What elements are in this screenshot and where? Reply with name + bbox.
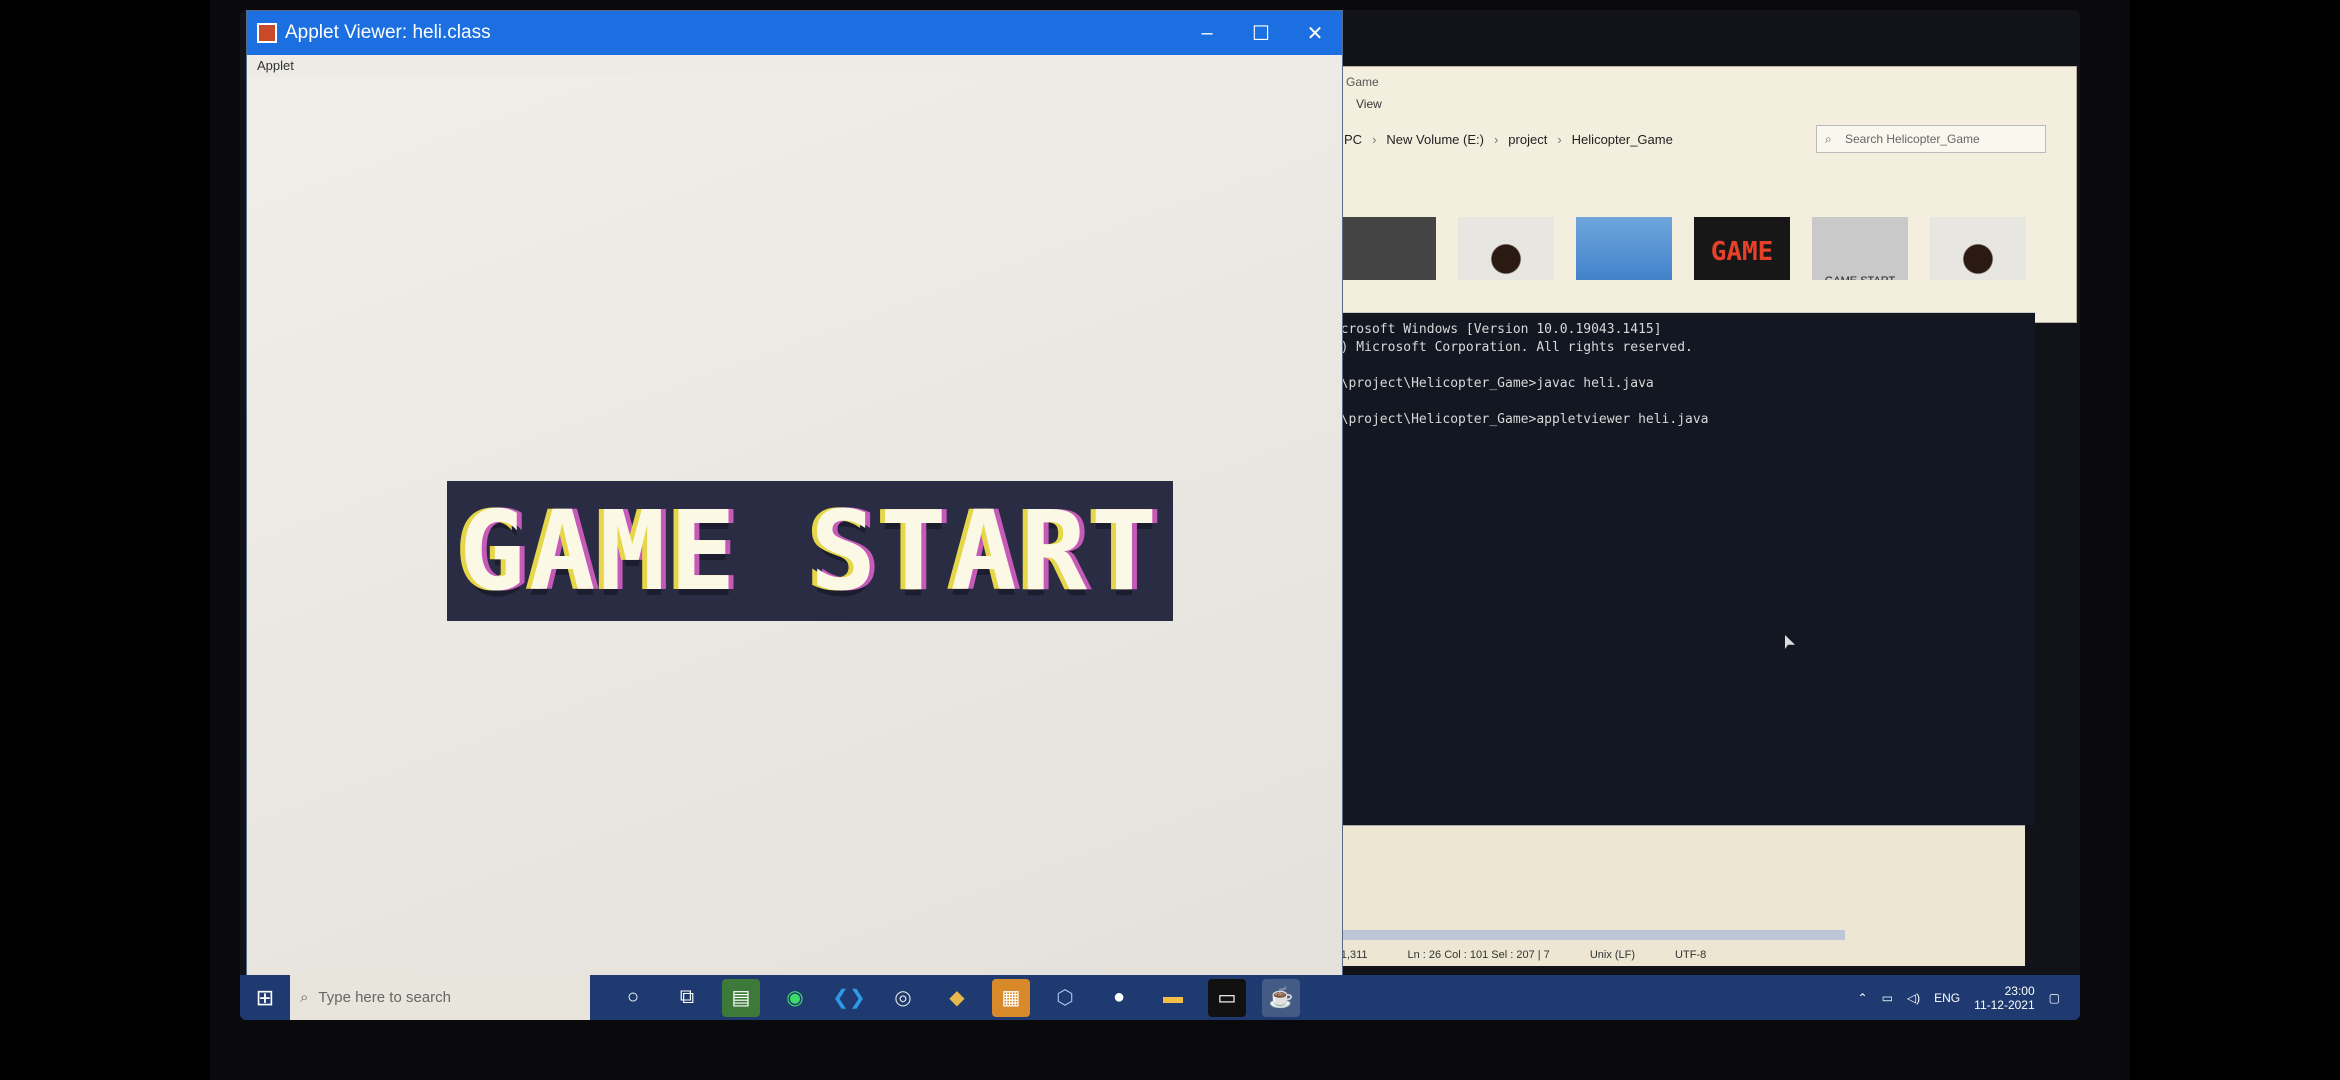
chrome-icon[interactable]: ◎ [884, 979, 922, 1017]
file-thumbnail-game[interactable]: GAME [1694, 217, 1790, 287]
terminal-icon[interactable]: ▭ [1208, 978, 1246, 1017]
clock-date: 11-12-2021 [1974, 997, 2035, 1012]
applet-menu[interactable]: Applet [247, 55, 1342, 77]
applet-viewer-window[interactable]: Applet Viewer: heli.class – ☐ ✕ Applet G… [246, 10, 1343, 1012]
app-icon[interactable]: ▦ [992, 978, 1030, 1017]
java-taskbar-icon[interactable]: ☕ [1262, 978, 1300, 1017]
explorer-search-placeholder: Search Helicopter_Game [1845, 132, 1980, 146]
game-start-banner[interactable]: GAME START [447, 481, 1173, 621]
file-explorer-icon[interactable]: ▬ [1154, 979, 1192, 1017]
console-titlebar[interactable] [1305, 280, 2035, 313]
maximize-button[interactable]: ☐ [1234, 11, 1288, 55]
whatsapp-icon[interactable]: ◉ [776, 979, 814, 1017]
explorer-address-bar[interactable]: PC › New Volume (E:) › project › Helicop… [1336, 121, 2076, 157]
text-editor-window[interactable]: lines : 1,311 Ln : 26 Col : 101 Sel : 20… [1295, 825, 2025, 966]
clock[interactable]: 23:00 11-12-2021 [1974, 984, 2035, 1012]
notification-icon[interactable]: ▢ [2049, 991, 2060, 1005]
address-segment-folder[interactable]: Helicopter_Game [1572, 132, 1673, 147]
file-thumbnail[interactable] [1576, 217, 1672, 287]
system-tray: ⌃ ▭ ◁) ENG 23:00 11-12-2021 ▢ [1858, 984, 2081, 1012]
minimize-button[interactable]: – [1180, 11, 1234, 55]
file-thumbnail[interactable] [1340, 217, 1436, 287]
volume-icon[interactable]: ◁) [1907, 991, 1920, 1005]
taskbar: ⊞ ⌕ Type here to search ○ ⧉ ▤ ◉ ❮❯ ◎ ◆ ▦… [240, 975, 2080, 1020]
windows-start-icon[interactable]: ⊞ [240, 975, 290, 1020]
file-thumbnail-gamestart[interactable]: GAME START [1812, 217, 1908, 287]
status-position: Ln : 26 Col : 101 Sel : 207 | 7 [1407, 949, 1550, 961]
virtualbox-icon[interactable]: ⬡ [1046, 979, 1084, 1017]
sublime-icon[interactable]: ◆ [938, 979, 976, 1017]
search-icon: ⌕ [300, 989, 309, 1006]
explorer-ribbon-view-tab[interactable]: View [1336, 97, 2076, 121]
cortana-icon[interactable]: ○ [614, 979, 652, 1017]
java-app-icon [257, 23, 277, 43]
vscode-icon[interactable]: ❮❯ [830, 979, 868, 1017]
notepad-icon[interactable]: ▤ [722, 978, 760, 1017]
taskbar-apps: ○ ⧉ ▤ ◉ ❮❯ ◎ ◆ ▦ ⬡ ● ▬ ▭ ☕ [614, 978, 1300, 1017]
language-indicator[interactable]: ENG [1934, 991, 1960, 1005]
game-start-text: GAME START [458, 487, 1162, 615]
chevron-right-icon: › [1557, 131, 1562, 147]
address-segment-pc[interactable]: PC [1344, 132, 1362, 147]
taskbar-search-placeholder: Type here to search [318, 989, 451, 1006]
status-encoding: UTF-8 [1675, 949, 1707, 961]
command-prompt-window[interactable]: Microsoft Windows [Version 10.0.19043.14… [1305, 280, 2035, 825]
photo-edge [2130, 0, 2340, 1080]
chevron-right-icon: › [1372, 131, 1377, 147]
explorer-search-input[interactable]: ⌕ Search Helicopter_Game [1816, 125, 2046, 153]
battery-icon[interactable]: ▭ [1882, 991, 1893, 1005]
close-button[interactable]: ✕ [1288, 11, 1342, 55]
search-icon: ⌕ [1825, 132, 1832, 146]
applet-title: Applet Viewer: heli.class [285, 22, 491, 43]
address-segment-project[interactable]: project [1508, 132, 1547, 147]
explorer-title: Game [1346, 75, 1379, 89]
console-output: Microsoft Windows [Version 10.0.19043.14… [1325, 322, 1709, 427]
github-icon[interactable]: ● [1100, 979, 1138, 1017]
editor-status-bar: lines : 1,311 Ln : 26 Col : 101 Sel : 20… [1295, 944, 2025, 966]
clock-time: 23:00 [2004, 983, 2035, 998]
file-thumbnail[interactable] [1930, 217, 2026, 287]
taskbar-search-input[interactable]: ⌕ Type here to search [290, 975, 590, 1020]
applet-titlebar[interactable]: Applet Viewer: heli.class – ☐ ✕ [247, 11, 1342, 55]
file-thumbnail[interactable] [1458, 217, 1554, 287]
chevron-right-icon: › [1493, 131, 1499, 147]
status-eol: Unix (LF) [1589, 949, 1636, 961]
monitor-screen: Game View PC › New Volume (E:) › project… [240, 10, 2080, 1020]
address-segment-volume[interactable]: New Volume (E:) [1386, 132, 1484, 147]
chevron-up-icon[interactable]: ⌃ [1858, 991, 1868, 1005]
task-view-icon[interactable]: ⧉ [668, 979, 706, 1017]
horizontal-scrollbar[interactable] [1305, 930, 1845, 940]
